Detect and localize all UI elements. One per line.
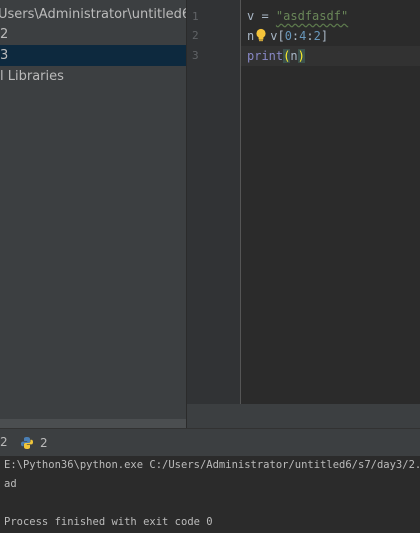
python-icon [20,436,34,450]
run-tool-window-header: 2 2 [0,428,420,456]
tree-item-s7[interactable]: Users\Administrator\untitled6\s7 [0,4,186,25]
run-tab-label: 2 [40,435,48,450]
string-literal: "asdfasdf" [275,9,349,23]
run-tab-partial[interactable]: 2 [0,434,8,450]
horizontal-scrollbar[interactable] [0,419,186,428]
line-number: 1 [192,10,199,23]
builtin-keyword: print [247,49,284,63]
console-exit-line: Process finished with exit code 0 [4,516,213,528]
identifier: n [290,49,298,63]
line-number: 3 [192,49,199,62]
bracket: ] [320,29,329,43]
paren-close: ) [297,49,305,63]
lightbulb-icon[interactable] [255,28,267,42]
operator: = [254,9,276,23]
tree-item-3[interactable]: 3 [0,45,186,66]
editor-bottom-area [187,404,420,428]
tree-item-external-libraries[interactable]: l Libraries [0,66,186,87]
number-literal: 2 [313,29,321,43]
line-number: 2 [192,29,199,42]
project-tree-panel: Users\Administrator\untitled6\s7 2 3 l L… [0,0,186,428]
tree-item-label: Users\Administrator\untitled6\s7 [0,7,186,22]
tree-item-label: 2 [0,27,9,42]
code-line-3[interactable]: print(n) [247,46,305,66]
identifier: n [247,29,255,43]
code-line-1[interactable]: v = "asdfasdf" [247,6,348,26]
tree-item-2[interactable]: 2 [0,24,186,45]
tree-item-label: l Libraries [0,69,64,84]
slice-colon: : [306,29,314,43]
run-console[interactable]: E:\Python36\python.exe C:/Users/Administ… [0,456,420,533]
identifier: v[ [270,29,285,43]
number-literal: 0 [284,29,292,43]
tree-item-label: 3 [0,48,9,63]
code-line-2[interactable]: n v[0:4:2] [247,26,328,46]
run-tab[interactable]: 2 [20,434,48,451]
console-command-line: E:\Python36\python.exe C:/Users/Administ… [4,459,420,471]
console-output-line: ad [4,478,17,490]
